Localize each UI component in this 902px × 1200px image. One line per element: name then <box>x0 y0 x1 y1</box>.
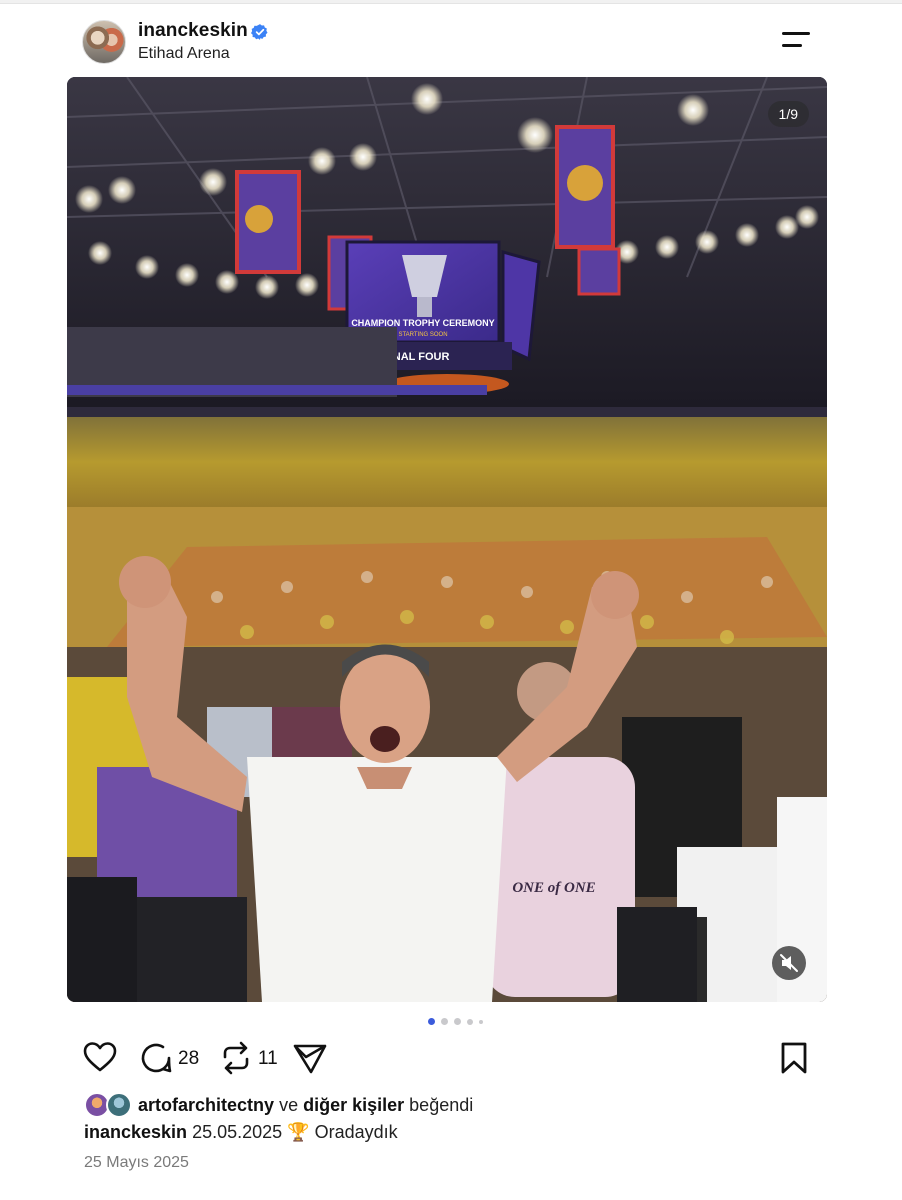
caption-text-before: 25.05.2025 <box>192 1122 283 1142</box>
post-header: inanckeskin Etihad Arena <box>82 18 812 66</box>
location-label[interactable]: Etihad Arena <box>138 45 230 63</box>
repost-button[interactable]: 11 <box>218 1040 298 1076</box>
post-actions: 28 11 <box>82 1040 812 1076</box>
liker-avatar <box>106 1092 132 1118</box>
scoreboard-text: CHAMPION TROPHY CEREMONY <box>351 318 494 328</box>
carousel-indicator <box>428 1018 498 1026</box>
verified-badge-icon <box>251 24 268 40</box>
post-photo[interactable]: CHAMPION TROPHY CEREMONY STARTING SOON F… <box>67 77 827 1002</box>
likes-row[interactable]: artofarchitectny ve diğer kişiler beğend… <box>84 1092 784 1120</box>
shirt-text: ONE of ONE <box>512 880 595 896</box>
caption-author[interactable]: inanckeskin <box>84 1122 187 1142</box>
trophy-emoji: 🏆 <box>287 1122 310 1142</box>
media-counter: 1/9 <box>767 101 809 127</box>
carousel-dot[interactable] <box>467 1019 473 1025</box>
bookmark-icon <box>781 1042 807 1074</box>
likes-text: artofarchitectny ve diğer kişiler beğend… <box>138 1095 474 1115</box>
repost-icon <box>223 1041 249 1075</box>
save-button[interactable] <box>776 1040 812 1076</box>
send-icon <box>293 1044 327 1074</box>
username[interactable]: inanckeskin <box>138 20 248 42</box>
comment-button[interactable]: 28 <box>138 1040 218 1076</box>
others-link[interactable]: diğer kişiler <box>303 1095 404 1115</box>
repost-count: 11 <box>258 1048 278 1069</box>
post-date: 25 Mayıs 2025 <box>84 1154 189 1171</box>
caption-text-after: Oradaydık <box>314 1122 398 1142</box>
arena-scene: CHAMPION TROPHY CEREMONY STARTING SOON F… <box>67 77 827 1002</box>
heart-icon <box>83 1042 117 1072</box>
mute-icon[interactable] <box>772 946 806 980</box>
carousel-dot[interactable] <box>441 1018 448 1025</box>
scoreboard-subtext: STARTING SOON <box>398 332 447 338</box>
menu-icon[interactable] <box>782 32 812 52</box>
caption: inanckeskin 25.05.2025 🏆 Oradaydık <box>84 1122 398 1143</box>
avatar[interactable] <box>82 20 126 64</box>
carousel-dot[interactable] <box>454 1018 461 1025</box>
comment-count: 28 <box>178 1048 200 1069</box>
carousel-dot[interactable] <box>479 1020 483 1024</box>
liker-username[interactable]: artofarchitectny <box>138 1095 274 1115</box>
top-edge <box>0 0 902 4</box>
share-button[interactable] <box>292 1040 328 1076</box>
carousel-dot-active[interactable] <box>428 1018 435 1025</box>
like-button[interactable] <box>82 1040 118 1076</box>
comment-icon <box>141 1043 172 1073</box>
